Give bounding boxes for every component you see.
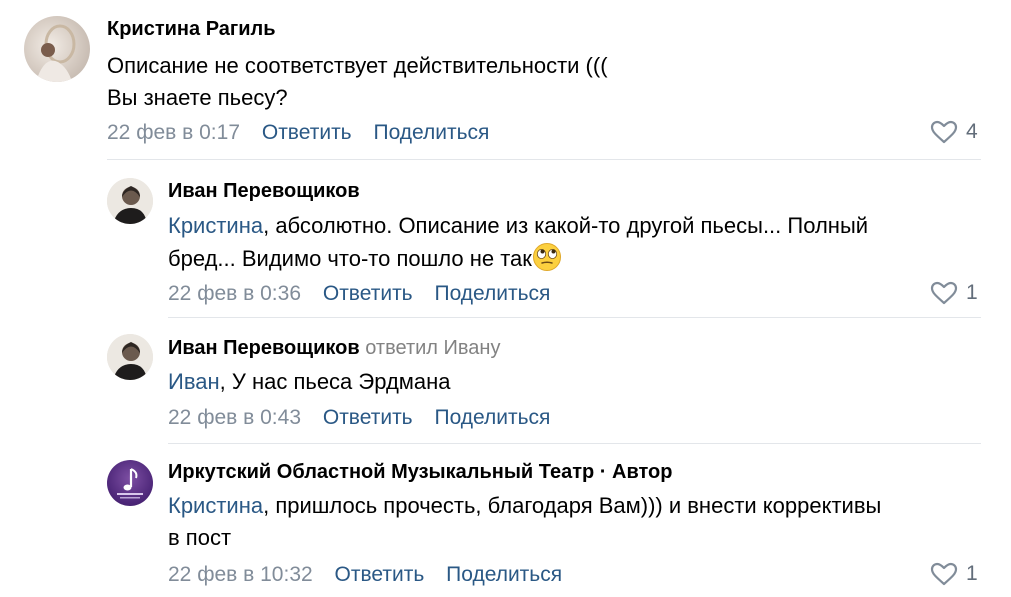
- like-count: 1: [966, 281, 978, 304]
- like-count: 4: [966, 120, 978, 143]
- comment-text: Кристина, пришлось прочесть, благодаря В…: [168, 490, 881, 554]
- comment-text-line: Кристина, абсолютно. Описание из какой-т…: [168, 210, 868, 242]
- author-name[interactable]: Иван Перевощиков: [168, 180, 360, 203]
- comment-text-fragment: , пришлось прочесть, благодаря Вам))) и …: [263, 493, 882, 518]
- comment-text: Кристина, абсолютно. Описание из какой-т…: [168, 210, 868, 275]
- author-name[interactable]: Кристина Рагиль: [107, 18, 276, 41]
- mention-link[interactable]: Кристина: [168, 493, 263, 518]
- mention-link[interactable]: Кристина: [168, 213, 263, 238]
- comment-text: Иван, У нас пьеса Эрдмана: [168, 366, 451, 398]
- avatar[interactable]: [107, 460, 153, 506]
- comment-text-line: Кристина, пришлось прочесть, благодаря В…: [168, 490, 881, 522]
- mention-link[interactable]: Иван: [168, 369, 220, 394]
- reply-button[interactable]: Ответить: [323, 282, 413, 305]
- comment-text-line: Вы знаете пьесу?: [107, 85, 288, 110]
- heart-icon: [930, 562, 958, 586]
- comment-4: Иркутский Областной Музыкальный Театр · …: [0, 444, 1011, 597]
- heart-icon: [930, 120, 958, 144]
- share-button[interactable]: Поделиться: [434, 406, 550, 429]
- comment-text-fragment: бред... Видимо что-то пошло не так: [168, 246, 532, 271]
- comment-3: Иван Перевощиков ответил Ивану Иван, У н…: [0, 318, 1011, 444]
- reply-button[interactable]: Ответить: [323, 406, 413, 429]
- comment-1: Кристина Рагиль Описание не соответствуе…: [0, 0, 1011, 160]
- comment-text-line: Описание не соответствует действительнос…: [107, 53, 608, 78]
- comment-text-line: бред... Видимо что-то пошло не так: [168, 242, 868, 275]
- comment-time[interactable]: 22 фев в 0:43: [168, 406, 301, 429]
- comment-time[interactable]: 22 фев в 0:36: [168, 282, 301, 305]
- comment-time[interactable]: 22 фев в 10:32: [168, 563, 313, 586]
- rolling-eyes-emoji: [532, 243, 561, 271]
- heart-icon: [930, 281, 958, 305]
- author-name[interactable]: Иркутский Областной Музыкальный Театр · …: [168, 461, 672, 484]
- like-button[interactable]: 1: [930, 562, 978, 586]
- author-name[interactable]: Иван Перевощиков: [168, 337, 360, 359]
- share-button[interactable]: Поделиться: [434, 282, 550, 305]
- comment-meta: 22 фев в 0:43 Ответить Поделиться: [168, 406, 550, 430]
- replied-to[interactable]: ответил Ивану: [365, 337, 500, 359]
- share-button[interactable]: Поделиться: [446, 563, 562, 586]
- author-line: Иван Перевощиков ответил Ивану: [168, 337, 500, 360]
- comment-text-fragment: , абсолютно. Описание из какой-то другой…: [263, 213, 869, 238]
- comment-time[interactable]: 22 фев в 0:17: [107, 121, 240, 144]
- comment-text: Описание не соответствует действительнос…: [107, 50, 608, 114]
- avatar[interactable]: [107, 178, 153, 224]
- like-count: 1: [966, 562, 978, 585]
- comment-text-line: в пост: [168, 525, 232, 550]
- comment-meta: 22 фев в 0:36 Ответить Поделиться: [168, 282, 550, 306]
- avatar[interactable]: [24, 16, 90, 82]
- avatar[interactable]: [107, 334, 153, 380]
- reply-button[interactable]: Ответить: [262, 121, 352, 144]
- comment-meta: 22 фев в 10:32 Ответить Поделиться: [168, 563, 562, 587]
- like-button[interactable]: 4: [930, 120, 978, 144]
- comment-meta: 22 фев в 0:17 Ответить Поделиться: [107, 121, 489, 145]
- comment-2: Иван Перевощиков Кристина, абсолютно. Оп…: [0, 160, 1011, 318]
- reply-button[interactable]: Ответить: [335, 563, 425, 586]
- share-button[interactable]: Поделиться: [373, 121, 489, 144]
- like-button[interactable]: 1: [930, 281, 978, 305]
- comment-text-fragment: , У нас пьеса Эрдмана: [219, 369, 451, 394]
